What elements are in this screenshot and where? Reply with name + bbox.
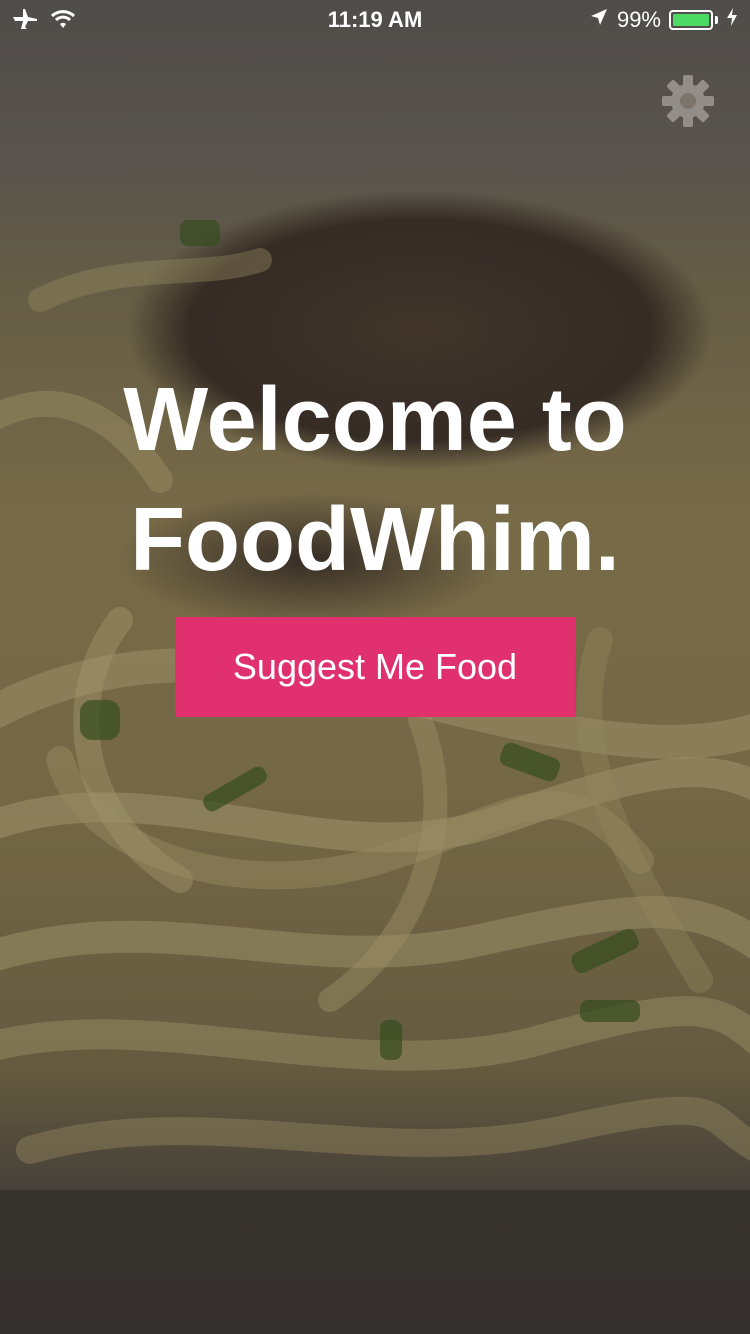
suggest-me-food-button[interactable]: Suggest Me Food [175,617,575,717]
battery-tip [715,16,718,24]
battery-percent: 99% [616,7,661,32]
status-right: 99% [589,7,738,33]
welcome-screen: 11:19 AM 99% Welcome to FoodWhim. Sugges… [0,0,750,1334]
headline-line-2: FoodWhim. [130,490,620,590]
gear-icon [662,75,714,127]
battery-icon [669,10,713,30]
status-bar: 11:19 AM 99% [0,0,750,40]
battery-level-fill [673,14,709,26]
settings-button[interactable] [660,73,716,129]
charging-bolt-icon [726,7,738,33]
location-arrow-icon [589,7,609,33]
welcome-headline: Welcome to FoodWhim. [0,360,750,600]
headline-line-1: Welcome to [123,370,627,470]
